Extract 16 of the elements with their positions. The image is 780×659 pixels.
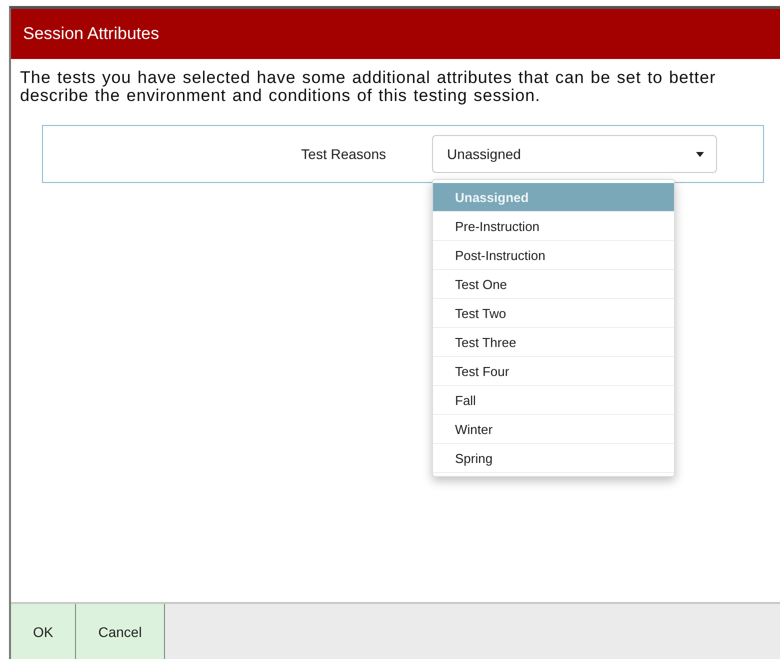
ok-button[interactable]: OK: [11, 604, 76, 659]
dropdown-option[interactable]: Test Two: [433, 299, 674, 328]
cancel-button[interactable]: Cancel: [76, 604, 165, 659]
dropdown-option[interactable]: Test Four: [433, 357, 674, 386]
description-text: The tests you have selected have some additional attributes that can be set to better describe the environment and conditions of this testing session.: [20, 69, 717, 105]
dropdown-option[interactable]: Post-Instruction: [433, 241, 674, 270]
dropdown-option[interactable]: Spring: [433, 444, 674, 473]
dropdown-option[interactable]: Fall: [433, 386, 674, 415]
window-title: Session Attributes: [23, 24, 160, 44]
dropdown-option[interactable]: Test Three: [433, 328, 674, 357]
caret-icon: [696, 152, 704, 156]
test-reasons-dropdown[interactable]: Unassigned: [432, 135, 717, 173]
dropdown-option[interactable]: Test One: [433, 270, 674, 299]
field-label: Test Reasons: [300, 146, 386, 162]
dropdown-option[interactable]: Pre-Instruction: [433, 212, 674, 241]
dropdown-option[interactable]: Winter: [433, 415, 674, 444]
